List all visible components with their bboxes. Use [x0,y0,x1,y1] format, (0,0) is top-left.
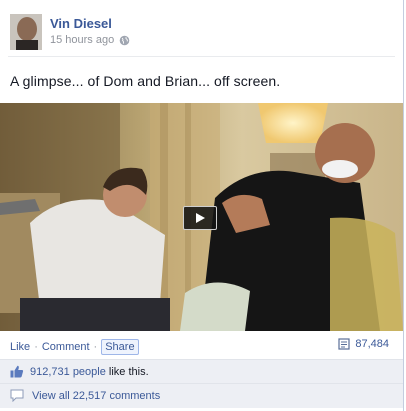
likes-summary: 912,731 people like this. [0,359,403,383]
post-message: A glimpse... of Dom and Brian... off scr… [10,73,281,89]
story-header: Vin Diesel 15 hours ago [10,14,400,54]
play-button[interactable] [183,206,217,230]
comment-link[interactable]: Comment [42,341,90,353]
globe-icon[interactable] [119,35,130,46]
thumbs-up-icon [10,365,24,378]
share-button[interactable]: Share [101,339,139,355]
feed-story: Vin Diesel 15 hours ago A glimpse... of … [0,0,404,411]
comment-icon [10,389,24,402]
views-icon [338,338,350,350]
views-count: 87,484 [355,338,389,350]
likes-suffix: like this. [108,365,149,378]
avatar[interactable] [10,14,42,50]
comments-summary: View all 22,517 comments [0,383,403,408]
story-meta: 15 hours ago [50,34,130,46]
separator: · [93,341,98,353]
likers-link[interactable]: 912,731 people [30,366,106,378]
play-icon [196,213,205,223]
story-actions: Like · Comment · Share 87,484 [0,333,403,358]
timestamp[interactable]: 15 hours ago [50,34,114,46]
header-divider [8,56,395,57]
view-count[interactable]: 87,484 [338,338,389,350]
separator: · [34,341,38,353]
view-all-comments-link[interactable]: View all 22,517 comments [32,390,160,402]
author-name[interactable]: Vin Diesel [50,16,112,31]
like-link[interactable]: Like [10,341,30,353]
